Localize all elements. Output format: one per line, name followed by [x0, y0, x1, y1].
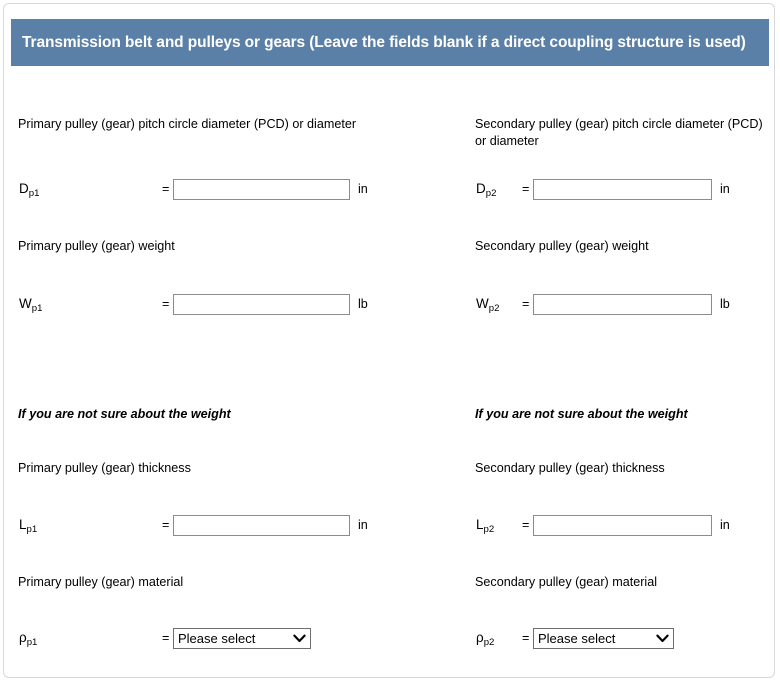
transmission-section-panel: Transmission belt and pulleys or gears (… [3, 3, 775, 678]
primary-weight-symbol: Wp1 [19, 296, 162, 315]
primary-weight-input[interactable] [173, 293, 350, 315]
primary-thickness-input[interactable] [173, 514, 350, 536]
secondary-weight-symbol-base: W [476, 296, 489, 312]
primary-material-equals: = [162, 631, 170, 645]
secondary-thickness-symbol: Lp2 [476, 517, 522, 536]
primary-weight-symbol-subscript: p1 [31, 303, 43, 315]
primary-material-symbol-subscript: p1 [26, 637, 38, 649]
secondary-material-symbol: ρp2 [476, 630, 522, 649]
primary-material-symbol-base: ρ [19, 630, 27, 646]
secondary-weight-equals: = [522, 297, 530, 311]
primary-pcd-field-row: Dp1 = in [19, 177, 368, 201]
primary-pcd-label: Primary pulley (gear) pitch circle diame… [18, 117, 357, 131]
secondary-pcd-symbol-base: D [476, 181, 486, 197]
secondary-pcd-label: Secondary pulley (gear) pitch circle dia… [475, 117, 763, 148]
primary-thickness-unit: in [358, 518, 368, 532]
secondary-pcd-input[interactable] [533, 178, 712, 200]
secondary-pcd-equals: = [522, 182, 530, 196]
primary-weight-label: Primary pulley (gear) weight [18, 239, 175, 253]
primary-material-symbol: ρp1 [19, 630, 162, 649]
primary-pcd-equals: = [162, 182, 170, 196]
secondary-thickness-symbol-base: L [476, 517, 484, 533]
primary-thickness-symbol: Lp1 [19, 517, 162, 536]
secondary-thickness-label: Secondary pulley (gear) thickness [475, 461, 665, 475]
secondary-pcd-unit: in [720, 182, 730, 196]
primary-weight-unit: lb [358, 297, 368, 311]
primary-thickness-equals: = [162, 518, 170, 532]
chevron-down-icon [656, 634, 669, 643]
secondary-weight-note: If you are not sure about the weight [475, 407, 688, 421]
primary-pcd-symbol-subscript: p1 [28, 188, 40, 200]
secondary-pcd-field-row: Dp2 = in [476, 177, 730, 201]
secondary-thickness-field-row: Lp2 = in [476, 513, 730, 537]
secondary-pcd-symbol-subscript: p2 [485, 188, 497, 200]
secondary-material-symbol-subscript: p2 [483, 637, 495, 649]
secondary-material-select-value: Please select [538, 630, 616, 646]
primary-thickness-field-row: Lp1 = in [19, 513, 368, 537]
secondary-material-label: Secondary pulley (gear) material [475, 575, 657, 589]
secondary-material-field-row: ρp2 = Please select [476, 626, 674, 650]
primary-pcd-unit: in [358, 182, 368, 196]
chevron-down-icon [293, 634, 306, 643]
primary-material-label: Primary pulley (gear) material [18, 575, 184, 589]
section-header: Transmission belt and pulleys or gears (… [11, 19, 769, 66]
secondary-weight-label: Secondary pulley (gear) weight [475, 239, 649, 253]
primary-thickness-symbol-base: L [19, 517, 27, 533]
primary-pcd-symbol: Dp1 [19, 181, 162, 200]
primary-material-field-row: ρp1 = Please select [19, 626, 311, 650]
primary-weight-field-row: Wp1 = lb [19, 292, 368, 316]
secondary-weight-symbol-subscript: p2 [488, 303, 500, 315]
secondary-weight-symbol: Wp2 [476, 296, 522, 315]
secondary-material-select[interactable]: Please select [533, 627, 674, 649]
primary-weight-equals: = [162, 297, 170, 311]
secondary-weight-field-row: Wp2 = lb [476, 292, 730, 316]
secondary-thickness-equals: = [522, 518, 530, 532]
primary-thickness-label: Primary pulley (gear) thickness [18, 461, 191, 475]
primary-weight-symbol-base: W [19, 296, 32, 312]
primary-material-select-value: Please select [178, 630, 256, 646]
secondary-thickness-input[interactable] [533, 514, 712, 536]
secondary-weight-unit: lb [720, 297, 730, 311]
secondary-pcd-symbol: Dp2 [476, 181, 522, 200]
section-header-title: Transmission belt and pulleys or gears (… [22, 33, 746, 51]
transmission-form-body: Primary pulley (gear) pitch circle diame… [4, 66, 776, 676]
secondary-weight-input[interactable] [533, 293, 712, 315]
primary-thickness-symbol-subscript: p1 [26, 524, 38, 536]
secondary-material-symbol-base: ρ [476, 630, 484, 646]
secondary-material-equals: = [522, 631, 530, 645]
primary-material-select[interactable]: Please select [173, 627, 311, 649]
secondary-thickness-symbol-subscript: p2 [483, 524, 495, 536]
primary-pcd-symbol-base: D [19, 181, 29, 197]
primary-pcd-input[interactable] [173, 178, 350, 200]
primary-weight-note: If you are not sure about the weight [18, 407, 231, 421]
secondary-thickness-unit: in [720, 518, 730, 532]
